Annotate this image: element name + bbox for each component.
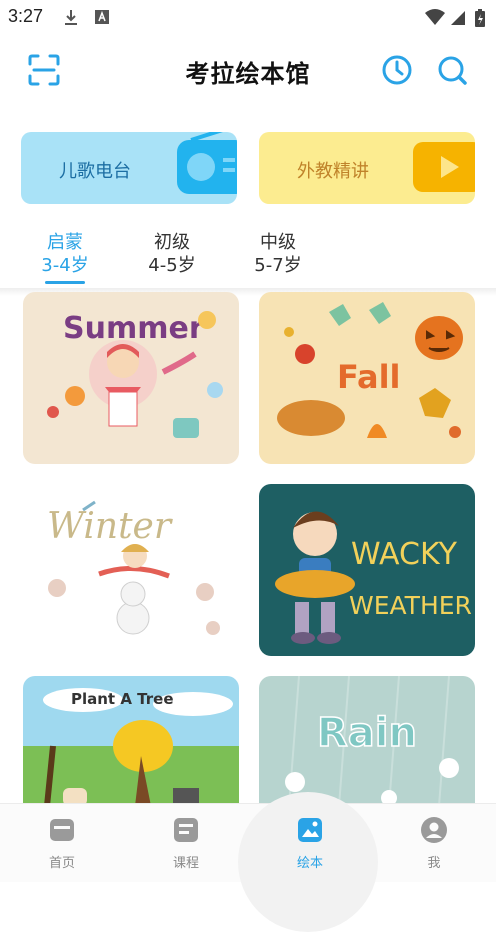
bottom-navigation: 首页 课程 绘本 我: [0, 792, 496, 932]
tab-intermediate-age: 5-7岁: [254, 255, 302, 276]
wacky-weather-cover-title-2: WEATHER: [349, 591, 472, 620]
tab-enlightenment-name: 启蒙: [47, 232, 83, 253]
keyboard-notification-icon: [95, 10, 109, 24]
fall-cover-title: Fall: [337, 358, 401, 396]
signal-icon: [451, 11, 465, 25]
nav-course[interactable]: 课程: [146, 816, 226, 871]
nursery-radio-card[interactable]: 儿歌电台: [21, 132, 237, 204]
course-icon: [174, 818, 198, 842]
play-video-icon: [413, 142, 475, 192]
fall-cover: Fall: [259, 292, 475, 464]
book-winter[interactable]: Winter: [23, 484, 239, 656]
history-icon[interactable]: [379, 52, 415, 88]
foreign-teacher-label: 外教精讲: [297, 161, 369, 182]
tab-enlightenment[interactable]: 启蒙 3-4岁: [25, 232, 105, 284]
search-icon[interactable]: [434, 52, 470, 88]
book-wacky-weather[interactable]: WACKY WEATHER: [259, 484, 475, 656]
nav-course-label: 课程: [172, 856, 199, 871]
tab-beginner-age: 4-5岁: [148, 255, 196, 276]
nav-picture-books[interactable]: 绘本: [270, 816, 350, 871]
foreign-teacher-card[interactable]: 外教精讲: [259, 132, 475, 204]
nav-profile-label: 我: [427, 856, 441, 871]
status-time: 3:27: [8, 6, 44, 26]
summer-cover-title: Summer: [63, 311, 204, 346]
feature-cards: 儿歌电台 外教精讲: [0, 130, 496, 206]
active-tab-indicator: [45, 281, 85, 284]
tab-beginner[interactable]: 初级 4-5岁: [132, 232, 212, 278]
status-bar: 3:27: [0, 0, 496, 34]
nav-profile[interactable]: 我: [394, 816, 474, 871]
home-icon: [50, 819, 74, 841]
tab-intermediate-name: 中级: [260, 232, 296, 253]
nav-home[interactable]: 首页: [22, 816, 102, 871]
book-summer[interactable]: Summer: [23, 292, 239, 464]
download-icon: [65, 10, 77, 25]
profile-icon: [421, 817, 447, 843]
wacky-weather-cover-title-1: WACKY: [351, 537, 458, 572]
radio-icon: [177, 132, 237, 194]
plant-a-tree-cover-title: Plant A Tree: [71, 690, 174, 708]
tab-enlightenment-age: 3-4岁: [41, 255, 89, 276]
battery-icon: [475, 9, 485, 27]
wacky-weather-cover: WACKY WEATHER: [259, 484, 475, 656]
winter-cover-title: Winter: [47, 506, 173, 547]
rain-cover: Rain: [259, 676, 475, 806]
app-header: 考拉绘本馆: [0, 34, 496, 108]
age-tabs: 启蒙 3-4岁 初级 4-5岁 中级 5-7岁: [0, 226, 496, 292]
rain-cover-title: Rain: [317, 710, 417, 756]
nav-home-label: 首页: [48, 856, 75, 871]
summer-cover: Summer: [23, 292, 239, 464]
nav-picture-books-label: 绘本: [296, 856, 323, 871]
wifi-icon: [425, 9, 445, 25]
picturebook-icon: [298, 818, 322, 842]
nursery-radio-label: 儿歌电台: [59, 161, 131, 182]
book-fall[interactable]: Fall: [259, 292, 475, 464]
tab-beginner-name: 初级: [154, 232, 190, 253]
tab-intermediate[interactable]: 中级 5-7岁: [238, 232, 318, 278]
plant-a-tree-cover: Plant A Tree: [23, 676, 239, 806]
page-title: 考拉绘本馆: [185, 60, 311, 88]
winter-cover: Winter: [23, 484, 239, 656]
